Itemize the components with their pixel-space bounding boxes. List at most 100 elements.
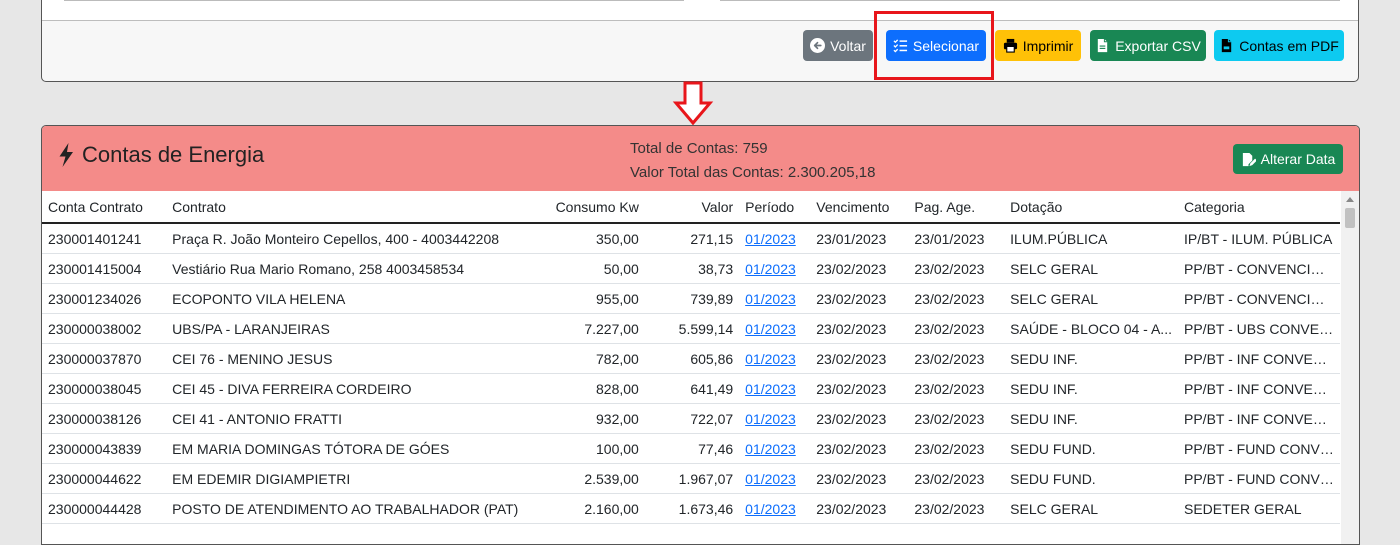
table-cell: PP/BT - CONVENCIONAL [1178, 283, 1340, 314]
table-cell: PP/BT - FUND CONVEN... [1178, 433, 1340, 464]
table-cell: CEI 45 - DIVA FERREIRA CORDEIRO [166, 373, 525, 404]
table-cell: 23/02/2023 [810, 283, 909, 314]
table-cell: EM MARIA DOMINGAS TÓTORA DE GÓES [166, 433, 525, 464]
periodo-link[interactable]: 01/2023 [745, 321, 796, 337]
table-cell: 230000043839 [42, 433, 167, 464]
contas-pdf-label: Contas em PDF [1239, 37, 1339, 54]
table-cell: PP/BT - UBS CONVENCI... [1178, 313, 1340, 344]
table-cell: Praça R. João Monteiro Cepellos, 400 - 4… [166, 223, 525, 254]
filter-field[interactable] [720, 0, 1340, 1]
periodo-link[interactable]: 01/2023 [745, 471, 796, 487]
table-row[interactable]: 230000044622 EM EDEMIR DIGIAMPIETRI 2.539,… [42, 463, 1340, 494]
card-title-text: Contas de Energia [82, 142, 265, 167]
table-scrollbar[interactable] [1341, 191, 1359, 544]
column-header[interactable]: Dotação [1004, 191, 1178, 224]
periodo-link[interactable]: 01/2023 [745, 381, 796, 397]
column-header[interactable]: Conta Contrato [42, 191, 167, 224]
column-header[interactable]: Contrato [166, 191, 525, 224]
table-cell: 23/02/2023 [810, 343, 909, 374]
table-cell: 01/2023 [739, 223, 811, 254]
totals: Total de Contas: 759 Valor Total das Con… [630, 137, 875, 185]
table-cell: 23/01/2023 [810, 223, 909, 254]
table-cell: 23/02/2023 [810, 313, 909, 344]
table-cell: 7.227,00 [524, 313, 645, 344]
table-cell: SAÚDE - BLOCO 04 - A... [1004, 313, 1178, 344]
table-cell: 01/2023 [739, 433, 811, 464]
voltar-button[interactable]: Voltar [803, 30, 873, 61]
periodo-link[interactable]: 01/2023 [745, 351, 796, 367]
table-row[interactable]: 230000038126 CEI 41 - ANTONIO FRATTI 932,0… [42, 403, 1340, 434]
table-row[interactable]: 230000038002 UBS/PA - LARANJEIRAS 7.227,00… [42, 313, 1340, 344]
table-cell: 230001234026 [42, 283, 167, 314]
table-cell: PP/BT - INF CONVENCI... [1178, 403, 1340, 434]
table-cell: 01/2023 [739, 343, 811, 374]
table-row[interactable]: 230000037870 CEI 76 - MENINO JESUS 782,00 6… [42, 343, 1340, 374]
table-cell: 5.599,14 [644, 313, 740, 344]
table-cell: UBS/PA - LARANJEIRAS [166, 313, 525, 344]
exportar-csv-button[interactable]: Exportar CSV [1090, 30, 1206, 61]
table-cell: 23/02/2023 [810, 253, 909, 284]
column-header[interactable]: Vencimento [810, 191, 909, 224]
column-header[interactable]: Categoria [1178, 191, 1340, 224]
table-row[interactable]: 230001415004 Vestiário Rua Mario Romano, … [42, 253, 1340, 284]
periodo-link[interactable]: 01/2023 [745, 291, 796, 307]
table-cell: 38,73 [644, 253, 740, 284]
column-header[interactable]: Valor [644, 191, 740, 224]
table-row[interactable]: 230000043839 EM MARIA DOMINGAS TÓTORA DE … [42, 433, 1340, 464]
filter-card: Voltar Selecionar Imprimir Exportar CSV … [41, 0, 1359, 82]
exportar-csv-label: Exportar CSV [1115, 37, 1201, 54]
table-cell: 01/2023 [739, 403, 811, 434]
table-cell: 350,00 [524, 223, 645, 254]
table-cell: SELC GERAL [1004, 283, 1178, 314]
table-row[interactable]: 230000038045 CEI 45 - DIVA FERREIRA CORDE… [42, 373, 1340, 404]
periodo-link[interactable]: 01/2023 [745, 441, 796, 457]
table-cell: 932,00 [524, 403, 645, 434]
voltar-label: Voltar [830, 37, 866, 54]
table-cell: 2.160,00 [524, 493, 645, 524]
table-row[interactable]: 230001234026 ECOPONTO VILA HELENA 955,00 73… [42, 283, 1340, 314]
table-cell: SEDU FUND. [1004, 433, 1178, 464]
table-cell: SELC GERAL [1004, 253, 1178, 284]
table-cell: EM EDEMIR DIGIAMPIETRI [166, 463, 525, 494]
table-cell: 23/02/2023 [908, 313, 1005, 344]
table-cell: 100,00 [524, 433, 645, 464]
table-cell: 230000044428 [42, 493, 167, 524]
total-contas: Total de Contas: 759 [630, 140, 768, 157]
column-header[interactable]: Pag. Age. [908, 191, 1005, 224]
table-row[interactable]: 230001401241 Praça R. João Monteiro Cepel… [42, 223, 1340, 254]
table-cell: 955,00 [524, 283, 645, 314]
periodo-link[interactable]: 01/2023 [745, 231, 796, 247]
table-cell: Vestiário Rua Mario Romano, 258 40034585… [166, 253, 525, 284]
table-cell: POSTO DE ATENDIMENTO AO TRABALHADOR (PAT… [166, 493, 525, 524]
filter-field[interactable] [64, 0, 684, 1]
column-header[interactable]: Período [739, 191, 811, 224]
column-header[interactable]: Consumo Kw [524, 191, 645, 224]
imprimir-button[interactable]: Imprimir [995, 30, 1081, 61]
annotation-arrow-down-icon [672, 81, 714, 126]
table-cell: 01/2023 [739, 253, 811, 284]
contas-pdf-button[interactable]: Contas em PDF [1214, 30, 1344, 61]
table-cell: 23/02/2023 [908, 283, 1005, 314]
periodo-link[interactable]: 01/2023 [745, 501, 796, 517]
table-row[interactable]: 230000044428 POSTO DE ATENDIMENTO AO TRAB… [42, 493, 1340, 524]
table-cell: SEDU INF. [1004, 343, 1178, 374]
table-cell: CEI 76 - MENINO JESUS [166, 343, 525, 374]
scroll-up-icon[interactable] [1346, 197, 1354, 202]
table-cell: 739,89 [644, 283, 740, 314]
table-cell: SEDU FUND. [1004, 463, 1178, 494]
arrow-left-circle-icon [810, 38, 826, 53]
periodo-link[interactable]: 01/2023 [745, 411, 796, 427]
table-cell: 23/02/2023 [908, 463, 1005, 494]
table-cell: 01/2023 [739, 313, 811, 344]
table-cell: 01/2023 [739, 493, 811, 524]
filter-row [42, 0, 1358, 21]
periodo-link[interactable]: 01/2023 [745, 261, 796, 277]
table-cell: 230000038126 [42, 403, 167, 434]
table-cell: PP/BT - FUND CONVEN... [1178, 463, 1340, 494]
file-pdf-icon [1222, 38, 1232, 53]
table-cell: 23/02/2023 [810, 463, 909, 494]
scroll-thumb[interactable] [1345, 208, 1355, 228]
alterar-data-button[interactable]: Alterar Data [1233, 144, 1343, 174]
table-cell: 50,00 [524, 253, 645, 284]
table-cell: 828,00 [524, 373, 645, 404]
